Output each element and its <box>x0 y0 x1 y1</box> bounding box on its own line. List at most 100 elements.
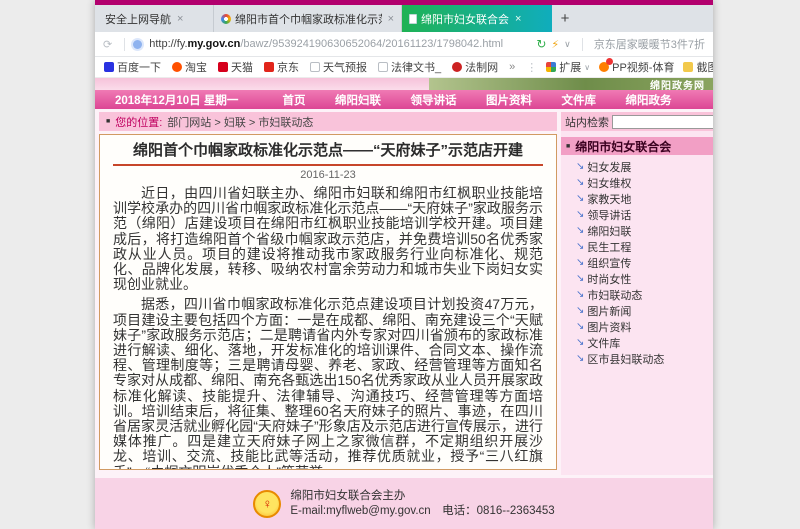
chevron-down-icon: ∨ <box>584 63 590 72</box>
close-icon[interactable]: × <box>388 13 394 25</box>
site-nav-bar: 2018年12月10日 星期一 首页 绵阳妇联 领导讲话 图片资料 文件库 绵阳… <box>95 90 713 109</box>
url-field[interactable]: http://fy.my.gov.cn/bawz/953924190630652… <box>149 38 503 50</box>
arrow-icon: ↘ <box>576 322 584 332</box>
sidebar-item-district-fulian-news[interactable]: ↘区市县妇联动态 <box>561 351 713 367</box>
new-tab-button[interactable]: + <box>552 5 578 32</box>
search-label: 站内检索 <box>565 114 609 130</box>
sidebar-item-fashion-women[interactable]: ↘时尚女性 <box>561 271 713 287</box>
arrow-icon: ↘ <box>576 354 584 364</box>
baidu-icon <box>104 62 114 72</box>
banner-photo-area: 绵阳政务网 <box>429 78 713 90</box>
sidebar-item-city-fulian-news[interactable]: ↘市妇联动态 <box>561 287 713 303</box>
tab-news-article[interactable]: 绵阳市首个巾帼家政标准化示范 × <box>214 5 402 32</box>
tab-safe-navigation[interactable]: 安全上网导航 × <box>98 5 214 32</box>
screenshot-icon <box>683 62 693 72</box>
arrow-icon: ↘ <box>576 258 584 268</box>
nav-item-file-library[interactable]: 文件库 <box>562 92 597 108</box>
article-date: 2016-11-23 <box>113 169 543 181</box>
main-column: ■ 您的位置: 部门网站 > 妇联 > 市妇联动态 绵阳首个巾帼家政标准化示范点… <box>99 112 557 475</box>
address-bar: ⟳ http://fy.my.gov.cn/bawz/9539241906306… <box>95 32 713 57</box>
female-symbol-icon: ♀ <box>262 496 272 511</box>
arrow-icon: ↘ <box>576 306 584 316</box>
bookmark-baidu[interactable]: 百度一下 <box>104 59 161 75</box>
search-input[interactable] <box>612 115 713 129</box>
footer-contact-line: E-mail:myflweb@my.gov.cn 电话：0816--236345… <box>290 504 554 519</box>
sidebar-item-photo-materials[interactable]: ↘图片资料 <box>561 319 713 335</box>
breadcrumb-path[interactable]: 部门网站 > 妇联 > 市妇联动态 <box>167 114 313 130</box>
article: 绵阳首个巾帼家政标准化示范点——“天府妹子”示范店开建 2016-11-23 近… <box>99 134 557 470</box>
footer-host-line: 绵阳市妇女联合会主办 <box>290 489 554 504</box>
sidebar-item-women-development[interactable]: ↘妇女发展 <box>561 159 713 175</box>
arrow-icon: ↘ <box>576 210 584 220</box>
refresh-edge-icon[interactable]: ⟳ <box>103 38 112 51</box>
square-bullet-icon: ■ <box>106 118 110 125</box>
arrow-icon: ↘ <box>576 162 584 172</box>
sidebar-item-mianyang-fulian[interactable]: ↘绵阳妇联 <box>561 223 713 239</box>
article-paragraph: 据悉，四川省巾帼家政标准化示范点建设项目计划投资47万元，项目建设主要包括四个方… <box>113 297 543 470</box>
url-scheme: http://fy. <box>149 38 187 50</box>
title-divider <box>113 164 543 166</box>
nav-item-leader-speeches[interactable]: 领导讲话 <box>411 92 457 108</box>
arrow-icon: ↘ <box>576 242 584 252</box>
separator <box>582 38 583 51</box>
sidebar-header-label: 绵阳市妇女联合会 <box>575 138 671 155</box>
breadcrumb-prefix: 您的位置: <box>115 114 162 130</box>
close-icon[interactable]: × <box>177 13 183 25</box>
square-bullet-icon: ■ <box>566 143 570 150</box>
bookmark-weather[interactable]: 天气预报 <box>310 59 367 75</box>
site-banner: 绵阳政务网 <box>95 78 713 90</box>
toolbar-screenshot[interactable]: 截图∨ <box>683 59 713 75</box>
banner-site-name: 绵阳政务网 <box>650 77 705 92</box>
sidebar-item-file-library[interactable]: ↘文件库 <box>561 335 713 351</box>
nav-item-home[interactable]: 首页 <box>283 92 306 108</box>
current-date: 2018年12月10日 星期一 <box>95 92 253 108</box>
arrow-icon: ↘ <box>576 290 584 300</box>
favicon-document-icon <box>409 14 417 24</box>
arrow-icon: ↘ <box>576 274 584 284</box>
bookmark-fazhi[interactable]: 法制网 <box>452 59 498 75</box>
page-icon <box>378 62 388 72</box>
chevron-down-icon[interactable]: ∨ <box>564 39 571 50</box>
nav-item-mianyang-fulian[interactable]: 绵阳妇联 <box>335 92 381 108</box>
sidebar-item-livelihood-project[interactable]: ↘民生工程 <box>561 239 713 255</box>
tab-label: 绵阳市妇女联合会 <box>421 11 509 27</box>
jd-icon <box>264 62 274 72</box>
sidebar-item-family-education[interactable]: ↘家教天地 <box>561 191 713 207</box>
bookmark-legal-docs[interactable]: 法律文书_ <box>378 59 441 75</box>
site-search: 站内检索 搜索 <box>561 112 713 131</box>
page-footer: ♀ 绵阳市妇女联合会主办 E-mail:myflweb@my.gov.cn 电话… <box>95 478 713 529</box>
toolbar-extensions[interactable]: 扩展∨ <box>546 59 590 75</box>
article-paragraph: 近日，由四川省妇联主办、绵阳市妇联和绵阳市红枫职业技能培训学校承办的四川省巾帼家… <box>113 186 543 292</box>
bookmarks-overflow-chevron[interactable]: » <box>509 61 515 73</box>
close-icon[interactable]: × <box>515 13 521 25</box>
sidebar-item-organization-publicity[interactable]: ↘组织宣传 <box>561 255 713 271</box>
sidebar-item-leader-speeches[interactable]: ↘领导讲话 <box>561 207 713 223</box>
bookmark-taobao[interactable]: 淘宝 <box>172 59 207 75</box>
sidebar-item-women-rights[interactable]: ↘妇女维权 <box>561 175 713 191</box>
tab-label: 绵阳市首个巾帼家政标准化示范 <box>235 11 382 27</box>
accelerate-icon[interactable]: ⚡ <box>551 38 559 51</box>
tab-womens-federation-active[interactable]: 绵阳市妇女联合会 × <box>402 5 552 32</box>
toolbar-pp-video[interactable]: PP视频-体育 <box>599 59 674 75</box>
banner-pink-area <box>95 78 429 90</box>
womens-federation-logo: ♀ <box>253 490 281 518</box>
sidebar-menu: ■ 绵阳市妇女联合会 ↘妇女发展 ↘妇女维权 ↘家教天地 ↘领导讲话 ↘绵阳妇联… <box>561 137 713 367</box>
nav-item-photo-materials[interactable]: 图片资料 <box>486 92 532 108</box>
arrow-icon: ↘ <box>576 226 584 236</box>
page-icon <box>310 62 320 72</box>
refresh-icon[interactable]: ↻ <box>536 37 546 51</box>
browser-window: 安全上网导航 × 绵阳市首个巾帼家政标准化示范 × 绵阳市妇女联合会 × + ⟳… <box>95 0 713 529</box>
hot-search-suggestion[interactable]: 京东居家暖暖节3件7折 <box>594 36 705 52</box>
sidebar-item-photo-news[interactable]: ↘图片新闻 <box>561 303 713 319</box>
extensions-grid-icon <box>546 62 556 72</box>
url-path: /bawz/953924190630652064/20161123/179804… <box>240 38 503 50</box>
arrow-icon: ↘ <box>576 194 584 204</box>
site-info-icon[interactable] <box>133 40 142 49</box>
sidebar-column: 站内检索 搜索 ■ 绵阳市妇女联合会 ↘妇女发展 ↘妇女维权 ↘家教天地 ↘领导… <box>561 112 713 475</box>
tab-bar: 安全上网导航 × 绵阳市首个巾帼家政标准化示范 × 绵阳市妇女联合会 × + <box>95 5 713 32</box>
bookmark-jd[interactable]: 京东 <box>264 59 299 75</box>
bookmark-tmall[interactable]: 天猫 <box>218 59 253 75</box>
nav-item-mianyang-gov[interactable]: 绵阳政务 <box>626 92 672 108</box>
tmall-icon <box>218 62 228 72</box>
page-content: ■ 您的位置: 部门网站 > 妇联 > 市妇联动态 绵阳首个巾帼家政标准化示范点… <box>95 109 713 478</box>
